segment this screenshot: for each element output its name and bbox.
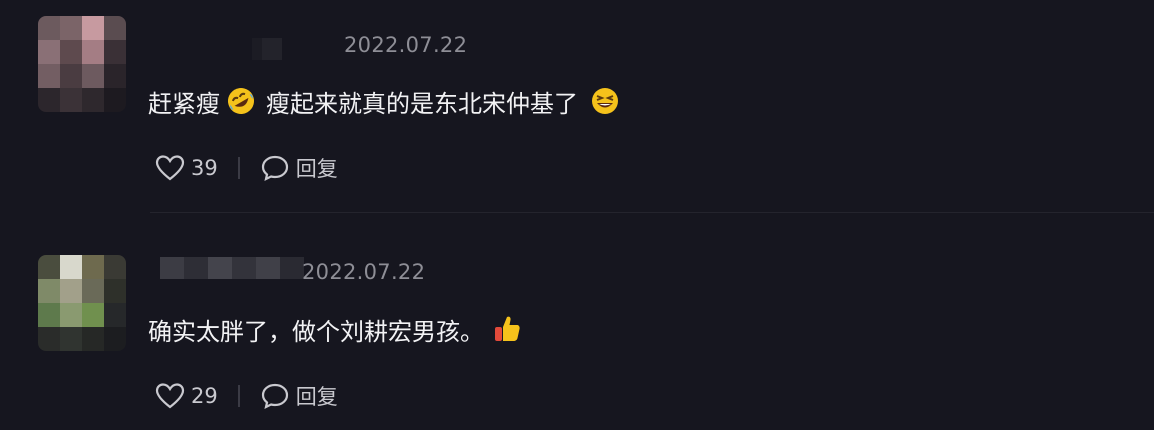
heart-icon (155, 383, 185, 409)
action-divider (237, 385, 240, 407)
grinning-squinting-emoji-icon (592, 88, 618, 114)
action-divider (237, 157, 240, 179)
comment-bubble-icon (261, 155, 288, 182)
avatar[interactable] (38, 16, 126, 112)
avatar[interactable] (38, 255, 126, 351)
reply-label: 回复 (295, 157, 338, 181)
comment-actions: 39 回复 (155, 153, 338, 183)
reply-button[interactable]: 回复 (260, 153, 338, 183)
rolling-laughing-emoji-icon (228, 88, 254, 114)
comment-item: 2022.07.22 确实太胖了，做个刘耕宏男孩。 29 回复 (0, 215, 1154, 430)
like-button[interactable]: 29 (155, 382, 218, 410)
comment-text-part: 瘦起来就真的是东北宋仲基了 (266, 89, 578, 118)
comment-date: 2022.07.22 (302, 260, 426, 284)
comment-date: 2022.07.22 (344, 33, 468, 57)
comment-separator (150, 212, 1154, 213)
comment-item: 2022.07.22 赶紧瘦 瘦起来就真的是东北宋仲基了 39 回复 (0, 0, 1154, 215)
comment-text-part: 确实太胖了，做个刘耕宏男孩。 (148, 317, 484, 346)
like-count: 29 (191, 384, 218, 408)
username-blurred[interactable] (160, 257, 304, 279)
comment-text: 确实太胖了，做个刘耕宏男孩。 (148, 312, 522, 346)
comment-actions: 29 回复 (155, 381, 338, 411)
comment-bubble-icon (261, 383, 288, 410)
thumbs-up-emoji-icon (495, 316, 520, 341)
like-button[interactable]: 39 (155, 154, 218, 182)
comment-text-part: 赶紧瘦 (148, 89, 220, 118)
like-count: 39 (191, 156, 218, 180)
comment-text: 赶紧瘦 瘦起来就真的是东北宋仲基了 (148, 84, 620, 118)
reply-button[interactable]: 回复 (260, 381, 338, 411)
reply-label: 回复 (295, 385, 338, 409)
username-blurred[interactable] (252, 38, 282, 60)
heart-icon (155, 155, 185, 181)
